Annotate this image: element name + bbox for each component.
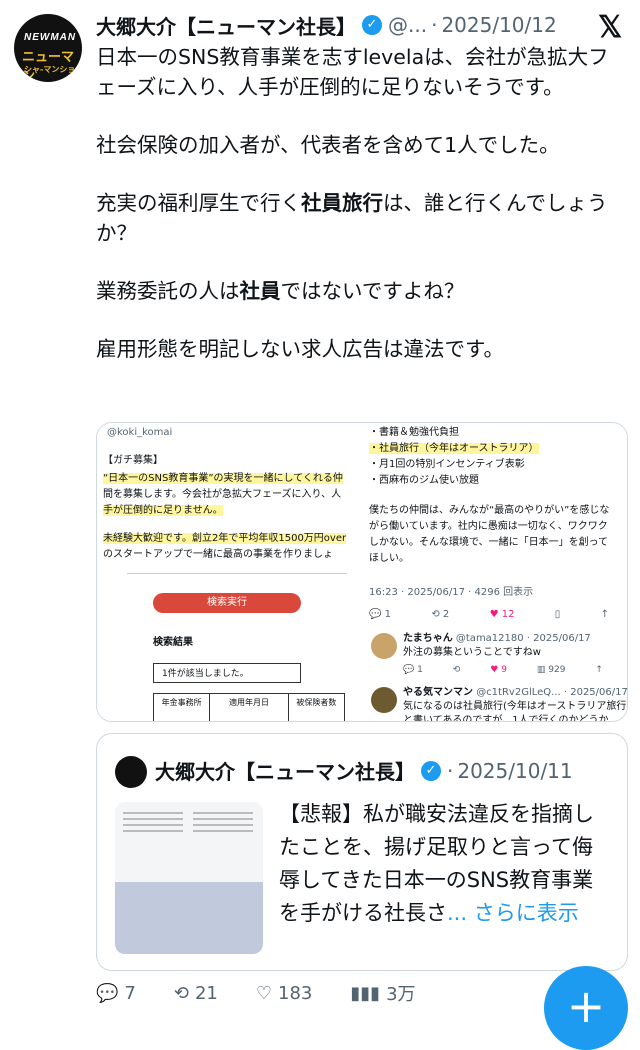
- tweet-paragraph: 充実の福利厚生で行く社員旅行は、誰と行くんでしょうか？: [96, 191, 608, 245]
- quote-text: 【悲報】私が職安法違反を指摘したことを、揚げ足取りと言って侮辱してきた日本一のS…: [279, 802, 594, 925]
- search-button[interactable]: 検索実行: [153, 593, 301, 613]
- media-line: 未経験大歓迎です。創立2年で平均年収1500万円over: [103, 533, 347, 544]
- retweet-icon: ⟲: [173, 982, 189, 1004]
- reply1-text: 外注の募集ということですねw: [403, 647, 541, 658]
- action-bar: 💬 7 ⟲ 21 ♡ 183 ▮▮▮ 3万: [96, 980, 516, 1006]
- media-item: ・月1回の特別インセンティブ表彰: [369, 459, 525, 470]
- tweet-media[interactable]: @koki_komai 【ガチ募集】 “日本一のSNS教育事業”の実現を一緒にし…: [96, 422, 628, 722]
- media-handle: @koki_komai: [107, 427, 173, 438]
- media-item: ・社員旅行（今年はオーストラリア）: [369, 443, 539, 454]
- reply2-text: と書いてあるのですが、1人で行くのかどうか...: [403, 715, 619, 722]
- result-title: 検索結果: [153, 637, 193, 648]
- media-line: 僕たちの仲間は、みんなが“最高のやりがい”を感じな: [369, 505, 610, 516]
- reply1-header: たまちゃん @tama12180 · 2025/06/17: [403, 633, 591, 644]
- chart-icon: ▮▮▮: [350, 982, 381, 1004]
- verified-badge-icon: ✓: [362, 15, 382, 35]
- reply1-avatar: [371, 633, 397, 659]
- media-line: がら働いています。社内に愚痴は一切なく、ワクワク: [369, 521, 608, 532]
- col-header: 適用年月日: [210, 694, 289, 721]
- tweet-date[interactable]: 2025/10/12: [441, 13, 556, 37]
- tweet-paragraph: 社会保険の加入者が、代表者を含めて1人でした。: [96, 133, 560, 157]
- quote-avatar: [115, 756, 147, 788]
- author-name[interactable]: 大郷大介【ニューマン社長】: [96, 11, 356, 40]
- media-item: ・書籍＆勉強代負担: [369, 427, 459, 438]
- tweet-header: 大郷大介【ニューマン社長】 ✓ @... · 2025/10/12: [96, 8, 557, 42]
- quote-thumbnail[interactable]: [115, 802, 263, 954]
- media-line: のスタートアップで一緒に最高の事業を作りましょ: [103, 549, 333, 560]
- separator: ·: [431, 13, 438, 37]
- avatar-text-3: シャ-マンション: [24, 65, 76, 82]
- heart-icon: ♡: [255, 982, 273, 1004]
- author-avatar[interactable]: NEWMAN ニューマン シャ-マンション: [14, 14, 82, 82]
- result-table: 年金事務所 適用年月日 被保険者数: [153, 693, 345, 721]
- quote-date: 2025/10/11: [457, 758, 573, 783]
- show-more-link[interactable]: ... さらに表示: [447, 901, 579, 925]
- share-icon: ↑: [600, 609, 609, 620]
- col-header: 被保険者数: [296, 698, 337, 707]
- reply2-text: 気になるのは社員旅行(今年はオーストラリア旅行): [403, 701, 628, 712]
- media-stats: 💬 1 ⟲ 2 ♥ 12 ▯ ↑: [369, 607, 609, 622]
- media-meta: 16:23 · 2025/06/17 · 4296 回表示: [369, 587, 534, 598]
- media-image-left[interactable]: @koki_komai 【ガチ募集】 “日本一のSNS教育事業”の実現を一緒にし…: [97, 423, 359, 721]
- tweet-body: 日本一のSNS教育事業を志すlevelaは、会社が急拡大フェーズに入り、人手が圧…: [96, 42, 616, 392]
- media-line: ほしい。: [369, 553, 409, 564]
- media-line: 【ガチ募集】: [103, 455, 163, 466]
- reply-icon: 💬 1: [369, 609, 392, 620]
- retweet-icon: ⟲ 2: [431, 609, 450, 620]
- reply-button[interactable]: 💬 7: [96, 980, 136, 1006]
- x-logo-icon[interactable]: 𝕏: [598, 10, 622, 45]
- avatar-text-1: NEWMAN: [24, 32, 77, 43]
- reply1-stats: 💬 1 ⟲ ♥ 9 ▥ 929 ↑: [403, 665, 603, 675]
- media-line: しかない。そんな環境で、一緒に「日本一」を創って: [369, 537, 609, 548]
- views-button[interactable]: ▮▮▮ 3万: [350, 980, 415, 1006]
- quote-author-name: 大郷大介【ニューマン社長】: [155, 760, 415, 784]
- media-line: 手が圧倒的に足りません。: [103, 505, 223, 516]
- reply-icon: 💬: [96, 982, 119, 1004]
- retweet-button[interactable]: ⟲ 21: [174, 980, 218, 1006]
- like-button[interactable]: ♡ 183: [256, 980, 313, 1006]
- quote-header: 大郷大介【ニューマン社長】 ✓ · 2025/10/11: [155, 756, 573, 785]
- divider: [127, 573, 347, 574]
- col-header: 年金事務所: [154, 694, 211, 721]
- compose-button[interactable]: +: [544, 966, 628, 1050]
- media-image-right[interactable]: ・書籍＆勉強代負担 ・社員旅行（今年はオーストラリア） ・月1回の特別インセンテ…: [361, 423, 627, 721]
- tweet-paragraph: 日本一のSNS教育事業を志すlevelaは、会社が急拡大フェーズに入り、人手が圧…: [96, 45, 609, 99]
- tweet-paragraph: 雇用形態を明記しない求人広告は違法です。: [96, 337, 504, 361]
- like-icon: ♥ 12: [489, 609, 515, 620]
- reply2-avatar: [371, 687, 397, 713]
- bookmark-icon: ▯: [554, 609, 561, 620]
- verified-badge-icon: ✓: [421, 760, 441, 781]
- media-item: ・西麻布のジム使い放題: [369, 475, 479, 486]
- author-handle[interactable]: @...: [388, 13, 427, 37]
- media-line: “日本一のSNS教育事業”の実現を一緒にしてくれる仲: [103, 473, 343, 484]
- quoted-tweet[interactable]: 大郷大介【ニューマン社長】 ✓ · 2025/10/11 【悲報】私が職安法違反…: [96, 733, 628, 971]
- result-count: 1件が該当しました。: [153, 663, 301, 683]
- tweet-paragraph: 業務委託の人は社員ではないですよね？: [96, 279, 465, 303]
- media-line: 間を募集します。今会社が急拡大フェーズに入り、人: [103, 489, 342, 500]
- reply2-header: やる気マンマン @c1tRv2GlLeQ... · 2025/06/17: [403, 687, 628, 698]
